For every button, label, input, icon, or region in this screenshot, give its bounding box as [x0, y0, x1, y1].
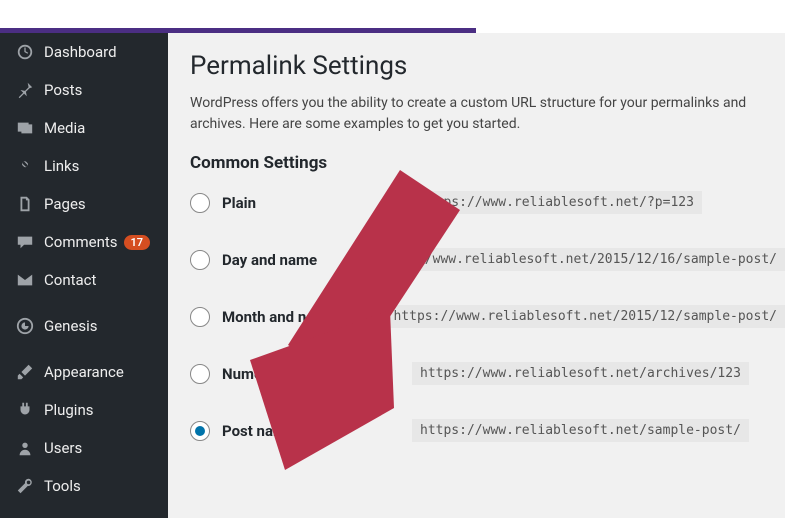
sidebar-item-label: Comments	[44, 233, 118, 251]
tools-icon	[14, 477, 36, 495]
media-icon	[14, 119, 36, 137]
option-label: Month and name	[222, 308, 385, 326]
sidebar-item-genesis[interactable]: Genesis	[0, 307, 168, 345]
page-title: Permalink Settings	[190, 51, 785, 81]
option-label: Post name	[222, 422, 412, 440]
permalink-option-numeric[interactable]: Numeric https://www.reliablesoft.net/arc…	[190, 362, 785, 385]
sidebar-item-label: Dashboard	[44, 43, 117, 61]
permalink-option-month-name[interactable]: Month and name https://www.reliablesoft.…	[190, 305, 785, 328]
permalink-option-plain[interactable]: Plain https://www.reliablesoft.net/?p=12…	[190, 191, 785, 214]
permalink-option-day-name[interactable]: Day and name https://www.reliablesoft.ne…	[190, 248, 785, 271]
sidebar-item-posts[interactable]: Posts	[0, 71, 168, 109]
sidebar-item-tools[interactable]: Tools	[0, 467, 168, 505]
radio-month-name[interactable]	[190, 307, 210, 327]
radio-numeric[interactable]	[190, 364, 210, 384]
sidebar-item-label: Links	[44, 157, 79, 175]
option-url: https://www.reliablesoft.net/archives/12…	[412, 362, 749, 385]
accent-bar	[0, 28, 476, 33]
sidebar-item-appearance[interactable]: Appearance	[0, 353, 168, 391]
sidebar-item-media[interactable]: Media	[0, 109, 168, 147]
sidebar-item-dashboard[interactable]: Dashboard	[0, 33, 168, 71]
option-url: https://www.reliablesoft.net/2015/12/sam…	[385, 305, 785, 328]
sidebar-item-users[interactable]: Users	[0, 429, 168, 467]
permalink-option-post-name[interactable]: Post name https://www.reliablesoft.net/s…	[190, 419, 785, 442]
option-url: https://www.reliablesoft.net/?p=123	[412, 191, 702, 214]
option-label: Numeric	[222, 365, 412, 383]
sidebar-item-label: Plugins	[44, 401, 93, 419]
pin-icon	[14, 81, 36, 99]
sidebar-item-label: Genesis	[44, 317, 98, 335]
pages-icon	[14, 195, 36, 213]
option-url: https://www.reliablesoft.net/sample-post…	[412, 419, 749, 442]
page-description: WordPress offers you the ability to crea…	[190, 93, 785, 135]
sidebar-item-label: Tools	[44, 477, 81, 495]
link-icon	[14, 157, 36, 175]
comments-icon	[14, 233, 36, 251]
content-area: Permalink Settings WordPress offers you …	[168, 33, 785, 518]
genesis-icon	[14, 317, 36, 335]
admin-sidebar: Dashboard Posts Media Links Pages Commen…	[0, 33, 168, 518]
sidebar-item-label: Posts	[44, 81, 82, 99]
mail-icon	[14, 271, 36, 289]
radio-post-name[interactable]	[190, 421, 210, 441]
users-icon	[14, 439, 36, 457]
sidebar-item-links[interactable]: Links	[0, 147, 168, 185]
sidebar-item-pages[interactable]: Pages	[0, 185, 168, 223]
sidebar-item-contact[interactable]: Contact	[0, 261, 168, 299]
section-heading: Common Settings	[190, 153, 785, 173]
radio-plain[interactable]	[190, 193, 210, 213]
plugin-icon	[14, 401, 36, 419]
sidebar-item-label: Media	[44, 119, 85, 137]
comments-count-badge: 17	[124, 235, 151, 250]
dashboard-icon	[14, 43, 36, 61]
radio-day-name[interactable]	[190, 250, 210, 270]
sidebar-item-label: Contact	[44, 271, 96, 289]
option-label: Day and name	[222, 251, 362, 269]
sidebar-item-label: Appearance	[44, 363, 124, 381]
sidebar-item-plugins[interactable]: Plugins	[0, 391, 168, 429]
option-url: https://www.reliablesoft.net/2015/12/16/…	[362, 248, 785, 271]
sidebar-item-comments[interactable]: Comments 17	[0, 223, 168, 261]
brush-icon	[14, 363, 36, 381]
sidebar-item-label: Users	[44, 439, 82, 457]
sidebar-item-label: Pages	[44, 195, 86, 213]
option-label: Plain	[222, 194, 412, 212]
